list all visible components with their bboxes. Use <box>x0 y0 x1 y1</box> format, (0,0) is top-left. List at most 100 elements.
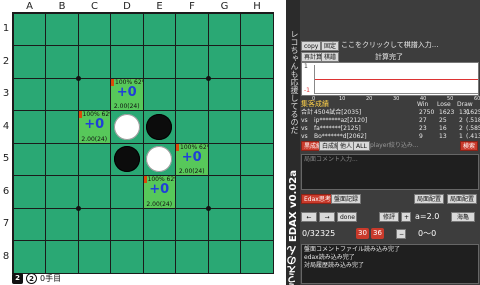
board-cell[interactable] <box>176 241 208 273</box>
stats-row-lose: 25 <box>439 117 447 124</box>
board-cell[interactable] <box>241 78 273 110</box>
hint-cell[interactable]: 100% 62%+02.00(24) <box>143 176 175 208</box>
depth-b[interactable]: 36 <box>371 228 384 239</box>
board-cell[interactable] <box>13 111 45 143</box>
board-cell[interactable] <box>208 78 240 110</box>
record-button[interactable]: 盤面記録 <box>331 194 362 204</box>
kifu-input[interactable]: ここをクリックして棋譜入力... <box>341 42 438 49</box>
board-cell[interactable] <box>208 13 240 45</box>
board-cell[interactable] <box>13 78 45 110</box>
board-cell[interactable] <box>78 13 110 45</box>
board-cell[interactable] <box>78 78 110 110</box>
stats-row-pct: (.518) <box>466 117 480 124</box>
board-cell[interactable] <box>13 13 45 45</box>
hint-eval: +0 <box>84 117 105 132</box>
board-cell[interactable] <box>208 241 240 273</box>
board-cell[interactable] <box>78 208 110 240</box>
board-cell[interactable] <box>13 176 45 208</box>
umigame-button[interactable]: 海亀 <box>451 212 475 222</box>
board-cell[interactable] <box>111 46 143 78</box>
board-cell[interactable] <box>143 78 175 110</box>
done-button[interactable]: done <box>337 212 357 222</box>
board-cell[interactable] <box>208 208 240 240</box>
stats-header-lose: Lose <box>437 101 451 108</box>
stats-title: 集客成績 <box>301 100 329 108</box>
board-cell[interactable] <box>143 241 175 273</box>
board-cell[interactable] <box>46 78 78 110</box>
board-cell[interactable] <box>46 143 78 175</box>
board-cell[interactable] <box>208 46 240 78</box>
board-cell[interactable] <box>13 208 45 240</box>
depth-a[interactable]: 30 <box>356 228 369 239</box>
black-stone-count: 2 <box>12 272 23 284</box>
board-cell[interactable] <box>46 241 78 273</box>
prev-move-button[interactable]: ← <box>301 212 317 222</box>
board-cell[interactable] <box>208 111 240 143</box>
setup-button[interactable]: 局面配置 <box>414 194 445 204</box>
board-cell[interactable] <box>176 176 208 208</box>
stats-row-name: fa*******[2125] <box>314 125 361 132</box>
edit-eval-button[interactable]: 修評 <box>379 212 399 222</box>
board-cell[interactable] <box>46 111 78 143</box>
board-cell[interactable] <box>46 13 78 45</box>
board-cell[interactable] <box>176 208 208 240</box>
stats-row-label: vs <box>301 133 308 140</box>
board-cell[interactable] <box>241 46 273 78</box>
board-cell[interactable] <box>208 143 240 175</box>
board-cell[interactable] <box>208 176 240 208</box>
board-cell[interactable] <box>241 208 273 240</box>
star-point <box>205 205 211 211</box>
hint-cell[interactable]: 100% 62%+02.00(24) <box>176 143 208 175</box>
board-cell[interactable] <box>78 176 110 208</box>
board-cell[interactable] <box>241 111 273 143</box>
hint-cell[interactable]: 100% 62%+02.00(24) <box>78 111 110 143</box>
hint-cell[interactable]: 100% 62%+02.00(24) <box>111 78 143 110</box>
board-cell[interactable] <box>13 46 45 78</box>
row-label: 6 <box>2 185 10 197</box>
board-cell[interactable] <box>46 176 78 208</box>
board-cell[interactable] <box>111 208 143 240</box>
stats-row-win: 23 <box>419 125 427 132</box>
edax-think-button[interactable]: Edax思考 <box>301 194 334 204</box>
plus-button[interactable]: + <box>401 212 411 222</box>
graph-x-label: 30 <box>393 96 400 102</box>
board-cell[interactable] <box>111 241 143 273</box>
board-cell[interactable] <box>111 13 143 45</box>
player-filter-input[interactable]: player絞り込み... <box>370 142 419 149</box>
board-cell[interactable] <box>241 143 273 175</box>
stats-row-win: 9 <box>419 133 423 140</box>
kifu-button[interactable]: 棋譜 <box>321 52 340 62</box>
board-cell[interactable] <box>78 143 110 175</box>
app-title: うえのん EDAX v0.02a <box>288 169 299 285</box>
black-stone <box>113 146 140 173</box>
board-cell[interactable] <box>78 241 110 273</box>
eval-graph[interactable]: 1 -1 <box>301 62 479 96</box>
search-button[interactable]: 検索 <box>460 141 479 151</box>
graph-x-label: 20 <box>366 96 373 102</box>
board-cell[interactable] <box>143 13 175 45</box>
board-cell[interactable] <box>143 208 175 240</box>
board-cell[interactable] <box>46 46 78 78</box>
board-cell[interactable] <box>143 46 175 78</box>
board-cell[interactable] <box>176 78 208 110</box>
board-cell[interactable] <box>46 208 78 240</box>
board-cell[interactable] <box>13 241 45 273</box>
board-cell[interactable] <box>241 241 273 273</box>
board-cell[interactable] <box>176 13 208 45</box>
fix-button[interactable]: 固定 <box>321 41 340 51</box>
board-cell[interactable] <box>13 143 45 175</box>
board-cell[interactable] <box>176 111 208 143</box>
board-cell[interactable] <box>176 46 208 78</box>
minus-button[interactable]: − <box>396 229 406 239</box>
board-cell[interactable] <box>78 46 110 78</box>
board-cell[interactable] <box>241 13 273 45</box>
copy-button[interactable]: copy <box>301 41 322 51</box>
graph-y-bottom: -1 <box>304 87 310 94</box>
board-cell[interactable] <box>111 176 143 208</box>
progress-button[interactable]: 局面配置 <box>447 194 478 204</box>
stats-row-label: 合計 <box>301 109 314 116</box>
position-comment-input[interactable]: 局面コメント入力... <box>301 154 479 190</box>
board-cell[interactable] <box>241 176 273 208</box>
next-move-button[interactable]: → <box>319 212 335 222</box>
all-tag[interactable]: ALL <box>353 141 370 151</box>
